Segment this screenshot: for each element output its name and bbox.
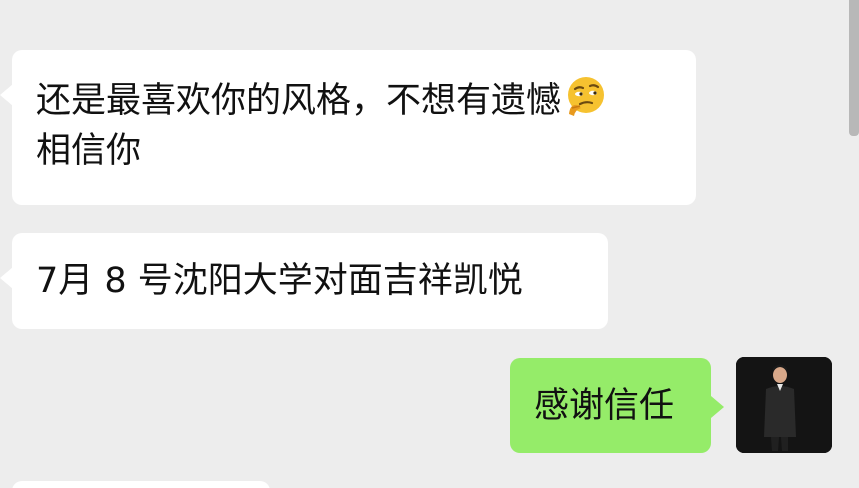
- thinking-face-emoji-icon: [568, 77, 605, 116]
- message-bubble-outgoing[interactable]: 感谢信任: [510, 358, 724, 453]
- chat-area[interactable]: 还是最喜欢你的风格，不想有遗憾 相信你 7月 8 号沈阳大学对面吉祥凯悦 感谢信…: [0, 0, 859, 488]
- message-bubble-incoming[interactable]: 还是最喜欢你的风格，不想有遗憾 相信你: [0, 50, 696, 205]
- avatar[interactable]: [736, 357, 832, 453]
- person-photo-icon: [736, 357, 832, 453]
- message-bubble-incoming[interactable]: 7月 8 号沈阳大学对面吉祥凯悦: [0, 233, 608, 329]
- scrollbar[interactable]: [849, 0, 859, 136]
- message-text-line: 还是最喜欢你的风格，不想有遗憾: [36, 74, 672, 126]
- message-bubble-incoming-partial[interactable]: [12, 481, 270, 488]
- message-text-line: 相信你: [36, 131, 142, 171]
- message-text: 感谢信任: [534, 386, 675, 426]
- message-text: 7月 8 号沈阳大学对面吉祥凯悦: [36, 261, 523, 301]
